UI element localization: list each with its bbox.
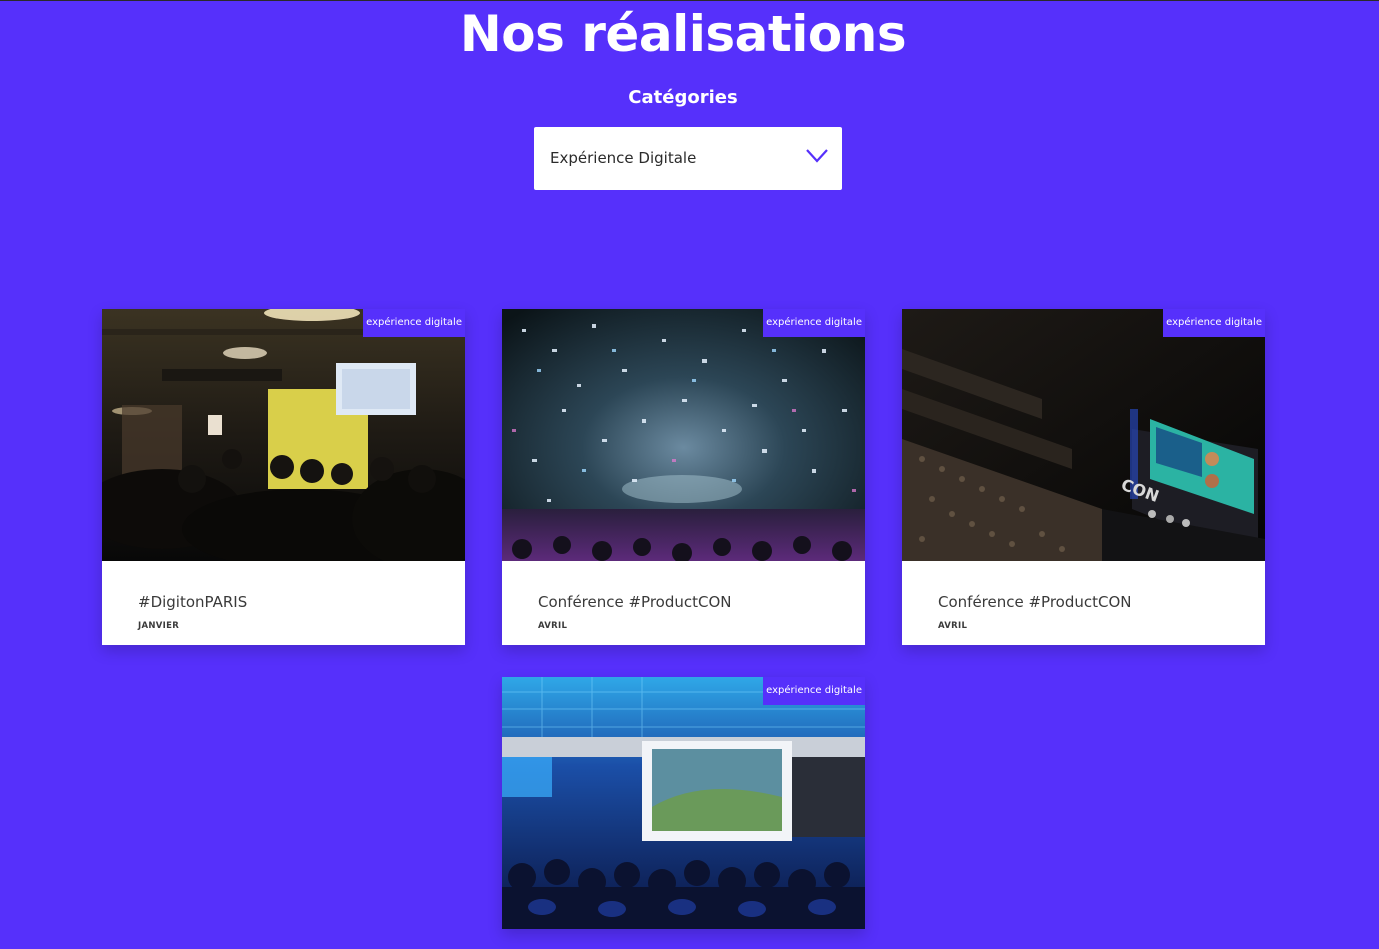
card-title: Conférence #ProductCON	[938, 593, 1132, 611]
page: Nos réalisations Catégories Expérience D…	[0, 0, 1379, 949]
card-image: CON expérience digitale	[902, 309, 1265, 561]
card-image: expérience digitale	[502, 677, 865, 929]
card-image: expérience digitale	[102, 309, 465, 561]
category-badge: expérience digitale	[363, 309, 465, 337]
photo-auditorium-stage: CON	[902, 309, 1265, 561]
categories-label: Catégories	[628, 87, 738, 108]
project-card-4[interactable]: expérience digitale	[502, 677, 865, 929]
category-badge: expérience digitale	[763, 309, 865, 337]
card-date: AVRIL	[538, 621, 568, 631]
project-card-productcon-1[interactable]: expérience digitale Conférence #ProductC…	[502, 309, 865, 645]
photo-confetti-crowd	[502, 309, 865, 561]
card-image: expérience digitale	[502, 309, 865, 561]
card-title: #DigitonPARIS	[138, 593, 248, 611]
card-title: Conférence #ProductCON	[538, 593, 732, 611]
project-card-productcon-2[interactable]: CON expérience digitale Conférence #Prod…	[902, 309, 1265, 645]
chevron-down-icon	[806, 149, 828, 163]
category-select-value: Expérience Digitale	[550, 149, 697, 167]
category-badge: expérience digitale	[1163, 309, 1265, 337]
project-card-digitonparis[interactable]: expérience digitale #DigitonPARIS JANVIE…	[102, 309, 465, 645]
card-date: JANVIER	[138, 621, 180, 631]
card-date: AVRIL	[938, 621, 968, 631]
category-select[interactable]: Expérience Digitale	[534, 127, 842, 190]
photo-blue-audience-screen	[502, 677, 865, 929]
category-badge: expérience digitale	[763, 677, 865, 705]
page-title: Nos réalisations	[459, 5, 907, 63]
photo-conference-room-speaker	[102, 309, 465, 561]
